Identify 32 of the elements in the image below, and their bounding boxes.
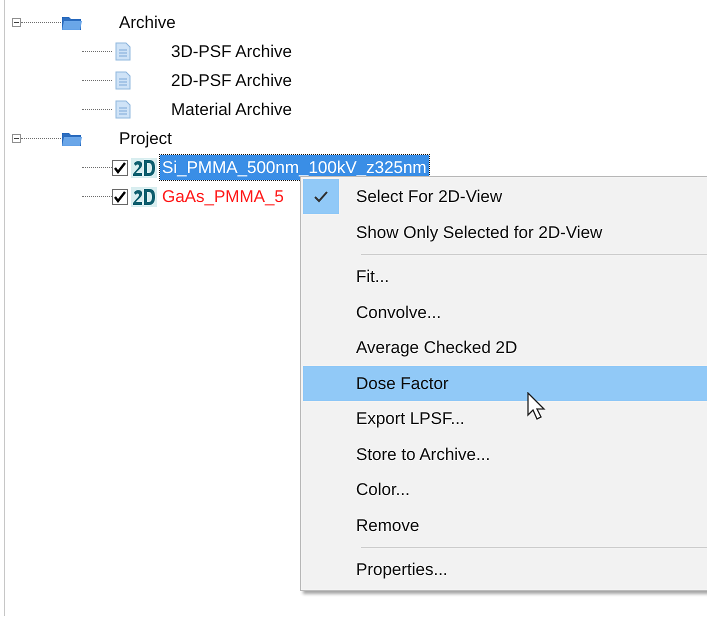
folder-icon xyxy=(61,130,83,146)
menu-item[interactable]: Properties... xyxy=(303,552,707,588)
menu-item[interactable]: Show Only Selected for 2D-View xyxy=(303,214,707,250)
menu-item[interactable]: Store to Archive... xyxy=(303,436,707,472)
menu-item[interactable]: Dose Factor xyxy=(303,366,707,401)
layer-2d-icon xyxy=(131,158,157,178)
tree-item[interactable]: 3D-PSF Archive xyxy=(171,38,292,64)
folder-icon xyxy=(61,14,83,30)
mouse-cursor-icon xyxy=(527,392,547,422)
tree-item[interactable]: Project xyxy=(119,126,172,152)
menu-item[interactable]: Convolve... xyxy=(303,294,707,330)
menu-item[interactable]: Remove xyxy=(303,508,707,543)
menu-item[interactable]: Average Checked 2D xyxy=(303,330,707,366)
layer-2d-icon xyxy=(131,186,157,206)
check-icon xyxy=(314,190,328,203)
document-icon xyxy=(115,100,131,119)
tree-item[interactable]: Material Archive xyxy=(171,96,292,122)
tree-item[interactable]: 2D-PSF Archive xyxy=(171,68,292,94)
menu-item[interactable]: Color... xyxy=(303,472,707,508)
document-icon xyxy=(115,71,131,90)
document-icon xyxy=(115,42,131,61)
tree-item[interactable]: GaAs_PMMA_5 xyxy=(160,184,286,210)
collapse-toggle[interactable] xyxy=(12,18,21,27)
menu-item[interactable]: Export LPSF... xyxy=(303,401,707,436)
check-icon xyxy=(114,162,126,174)
checkbox[interactable] xyxy=(112,188,128,204)
check-icon xyxy=(114,190,126,202)
checkbox[interactable] xyxy=(112,160,128,176)
menu-item[interactable]: Select For 2D-View xyxy=(303,179,707,214)
tree-item[interactable]: Archive xyxy=(119,10,176,36)
menu-item[interactable]: Fit... xyxy=(303,259,707,294)
collapse-toggle[interactable] xyxy=(12,134,21,143)
